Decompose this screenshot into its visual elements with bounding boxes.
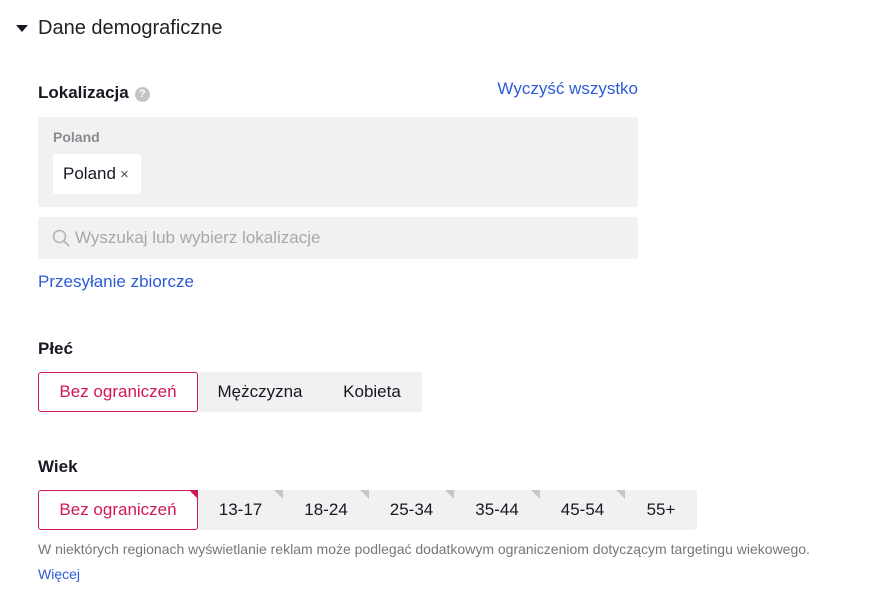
gender-selector: Bez ograniczeń Mężczyzna Kobieta xyxy=(38,372,422,412)
age-option-label: 55+ xyxy=(646,500,676,519)
corner-marker-icon xyxy=(274,490,283,499)
location-tag-label: Poland xyxy=(63,164,116,183)
age-option-45-54[interactable]: 45-54 xyxy=(540,490,625,530)
selected-group-title: Poland xyxy=(53,129,100,145)
question-circle-icon[interactable]: ? xyxy=(134,87,150,102)
age-option-label: 35-44 xyxy=(475,500,519,519)
age-option-35-44[interactable]: 35-44 xyxy=(454,490,540,530)
age-restriction-note: W niektórych regionach wyświetlanie rekl… xyxy=(38,541,810,557)
corner-marker-icon xyxy=(189,490,198,499)
age-label: Wiek xyxy=(38,457,78,476)
location-search-input[interactable] xyxy=(75,228,615,248)
location-search-box[interactable] xyxy=(38,217,638,259)
age-option-55-plus[interactable]: 55+ xyxy=(625,490,697,530)
age-option-label: 45-54 xyxy=(560,500,605,519)
demographics-panel: Dane demograficzne Lokalizacja? Wyczyść … xyxy=(0,0,876,593)
age-option-25-34[interactable]: 25-34 xyxy=(369,490,454,530)
gender-label: Płeć xyxy=(38,339,73,358)
age-option-no-limit[interactable]: Bez ograniczeń xyxy=(38,490,198,530)
age-option-label: Bez ograniczeń xyxy=(59,500,177,519)
gender-option-no-limit[interactable]: Bez ograniczeń xyxy=(38,372,198,412)
age-selector: Bez ograniczeń 13-17 18-24 25-34 35-44 4… xyxy=(38,490,697,530)
bulk-upload-link[interactable]: Przesyłanie zbiorcze xyxy=(38,272,194,292)
corner-marker-icon xyxy=(360,490,369,499)
gender-option-male[interactable]: Mężczyzna xyxy=(198,372,322,412)
age-option-label: 13-17 xyxy=(218,500,263,519)
location-label-row: Lokalizacja? Wyczyść wszystko xyxy=(38,79,638,107)
demographics-section-toggle[interactable]: Dane demograficzne xyxy=(16,14,223,42)
corner-marker-icon xyxy=(531,490,540,499)
age-option-label: 18-24 xyxy=(304,500,348,519)
section-title: Dane demograficzne xyxy=(38,16,223,39)
more-link[interactable]: Więcej xyxy=(38,566,80,582)
corner-marker-icon xyxy=(445,490,454,499)
location-label: Lokalizacja xyxy=(38,83,129,102)
clear-all-link[interactable]: Wyczyść wszystko xyxy=(497,79,638,99)
caret-down-icon xyxy=(16,25,28,32)
search-icon xyxy=(52,229,70,247)
age-option-label: 25-34 xyxy=(389,500,434,519)
age-option-18-24[interactable]: 18-24 xyxy=(283,490,369,530)
corner-marker-icon xyxy=(616,490,625,499)
location-tag-poland: Poland × xyxy=(53,154,141,194)
age-option-13-17[interactable]: 13-17 xyxy=(198,490,283,530)
selected-locations-box: Poland Poland × xyxy=(38,117,638,207)
close-icon[interactable]: × xyxy=(120,166,129,183)
gender-option-female[interactable]: Kobieta xyxy=(322,372,422,412)
